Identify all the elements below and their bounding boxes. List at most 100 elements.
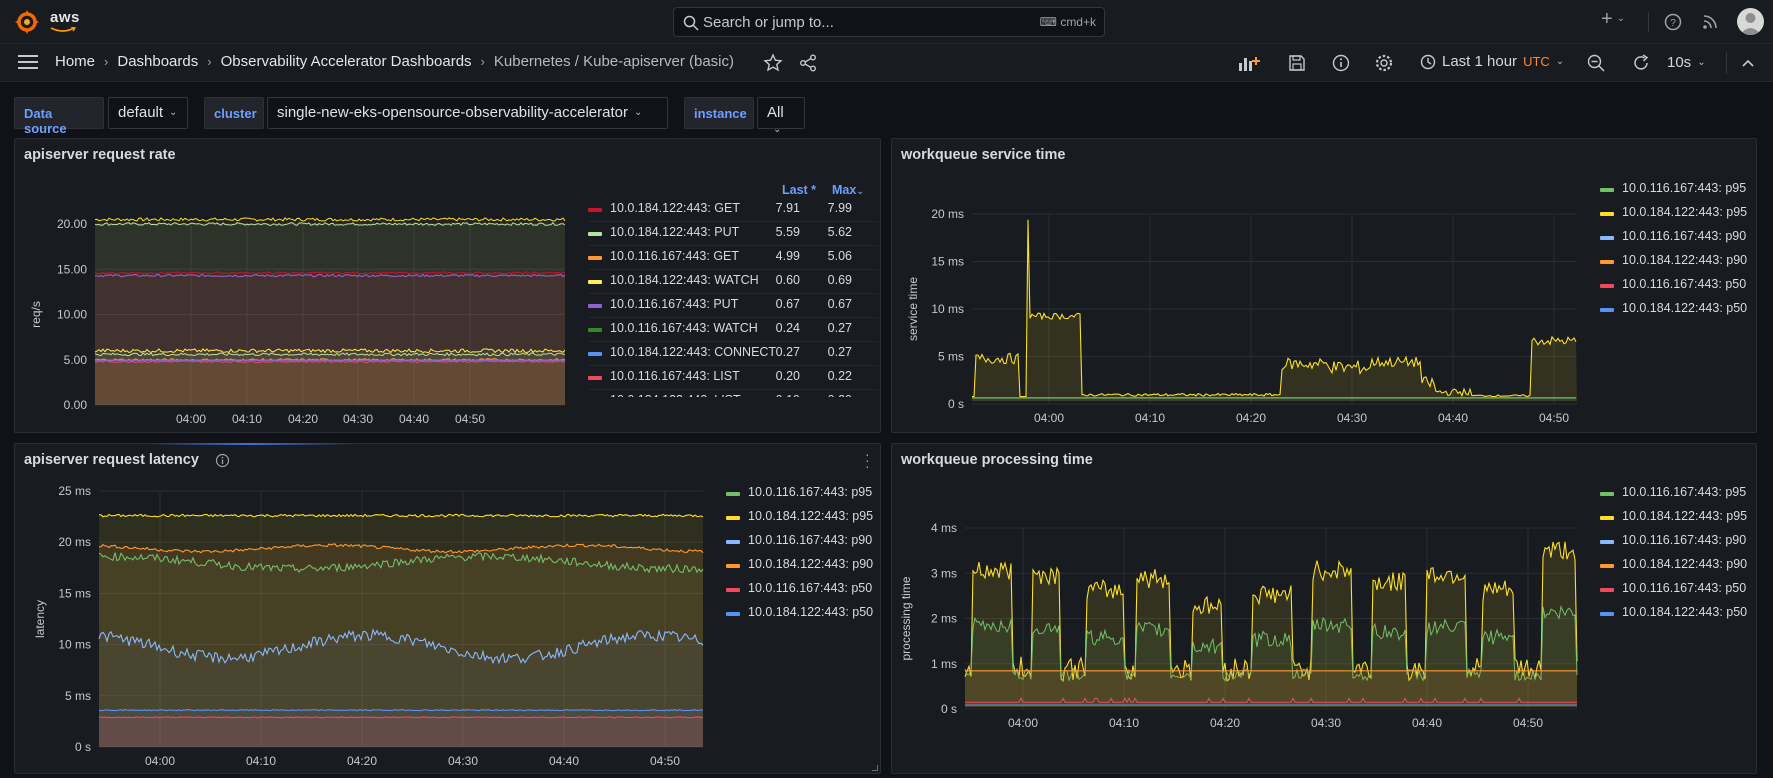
legend-item[interactable]: 10.0.116.167:443: PUT 0.67 0.67 <box>588 297 878 318</box>
y-axis-label: req/s <box>29 301 43 328</box>
info-icon[interactable] <box>1331 53 1351 73</box>
legend-last-value: 4.99 <box>775 249 800 263</box>
legend-divider <box>588 269 878 270</box>
y-tick-label: 0 s <box>948 397 964 411</box>
save-icon[interactable] <box>1287 53 1307 73</box>
panel-apiserver-request-latency[interactable]: apiserver request latency · · · 25 ms 20 ms… <box>14 443 881 774</box>
baseline-band <box>972 397 1577 401</box>
legend-last-value: 0.19 <box>760 393 800 397</box>
legend-item[interactable]: 10.0.116.167:443: p90 <box>1600 229 1773 247</box>
legend-swatch <box>588 232 602 236</box>
star-icon[interactable] <box>763 53 783 73</box>
legend-series-name: 10.0.116.167:443: WATCH <box>610 321 758 335</box>
x-tick-label: 04:30 <box>1311 716 1341 730</box>
search-placeholder: Search or jump to... <box>703 14 834 31</box>
request-rate-graph[interactable]: 20.00 15.00 10.00 5.00 0.00 04:00 04:10 04:20 04… <box>15 139 582 434</box>
legend-divider <box>588 389 878 390</box>
grafana-logo-icon[interactable] <box>14 9 40 35</box>
legend-series-name: 10.0.116.167:443: p95 <box>1622 485 1747 499</box>
legend-series-name: 10.0.116.167:443: PUT <box>610 297 739 311</box>
legend-item[interactable]: 10.0.184.122:443: CONNECT 0.27 0.27 <box>588 345 878 366</box>
breadcrumb-dashboards[interactable]: Dashboards <box>117 53 198 70</box>
add-panel-icon[interactable] <box>1237 53 1261 73</box>
user-icon <box>1740 13 1761 35</box>
panel-workqueue-processing-time[interactable]: workqueue processing time 4 ms 3 ms 2 ms 1 … <box>891 443 1757 774</box>
panel-workqueue-service-time[interactable]: workqueue service time 20 ms 15 ms 10 ms 5 … <box>891 138 1757 433</box>
cluster-variable-select[interactable]: single-new-eks-opensource-observability-… <box>267 97 668 129</box>
panel-apiserver-request-rate[interactable]: apiserver request rate 20.00 15.00 10.00 5.… <box>14 138 881 433</box>
legend-item[interactable]: 10.0.184.122:443: PUT 5.59 5.62 <box>588 225 878 246</box>
legend-item[interactable]: 10.0.184.122:443: p50 <box>1600 605 1773 623</box>
chevron-down-icon: ⌄ <box>1616 13 1626 24</box>
resize-handle[interactable] <box>872 765 878 771</box>
help-icon[interactable]: ? <box>1663 12 1683 32</box>
x-tick-label: 04:30 <box>448 754 478 768</box>
legend-max-value: 0.27 <box>827 345 852 359</box>
legend-header-last[interactable]: Last * <box>782 183 816 197</box>
breadcrumb-home[interactable]: Home <box>55 53 95 70</box>
panel-menu-icon[interactable]: · · · <box>865 447 870 473</box>
legend-divider <box>588 245 878 246</box>
legend-item[interactable]: 10.0.184.122:443: p90 <box>1600 253 1773 271</box>
workqueue-processing-graph[interactable]: 4 ms 3 ms 2 ms 1 ms 0 s 04:00 04:10 04:20 04:30 0… <box>892 444 1582 775</box>
legend-series-name: 10.0.116.167:443: p50 <box>1622 581 1747 595</box>
legend-item[interactable]: 10.0.184.122:443: LIST 0.19 0.20 <box>588 393 878 397</box>
menu-icon[interactable] <box>18 54 38 70</box>
breadcrumb-bar: Home › Dashboards › Observability Accele… <box>0 44 1773 82</box>
legend-series-name: 10.0.184.122:443: p90 <box>1622 557 1748 571</box>
legend-item[interactable]: 10.0.116.167:443: p50 <box>1600 581 1773 599</box>
share-icon[interactable] <box>798 53 818 73</box>
legend-series-name: 10.0.184.122:443: p95 <box>748 509 874 523</box>
legend-item[interactable]: 10.0.116.167:443: LIST 0.20 0.22 <box>588 369 878 390</box>
refresh-icon[interactable] <box>1631 53 1651 73</box>
x-tick-label: 04:00 <box>1034 411 1064 425</box>
chevron-up-icon[interactable] <box>1738 53 1758 73</box>
y-tick-label: 0.00 <box>64 398 88 412</box>
divider <box>1726 52 1727 74</box>
x-tick-label: 04:20 <box>1236 411 1266 425</box>
legend-item[interactable]: 10.0.116.167:443: p50 <box>1600 277 1773 295</box>
refresh-interval-picker[interactable]: 10s ⌄ <box>1667 54 1706 71</box>
instance-variable-select[interactable]: All ⌄ <box>757 97 805 135</box>
y-tick-label: 0 s <box>75 740 91 754</box>
legend-item[interactable]: 10.0.116.167:443: p90 <box>1600 533 1773 551</box>
y-tick-label: 20 ms <box>58 535 91 549</box>
workqueue-service-graph[interactable]: 20 ms 15 ms 10 ms 5 ms 0 s 04:00 04:10 04:20 04:… <box>892 139 1582 434</box>
search-shortcut-text: cmd+k <box>1060 15 1096 29</box>
legend-item[interactable]: 10.0.184.122:443: WATCH 0.60 0.69 <box>588 273 878 294</box>
chevron-down-icon: ⌄ <box>634 107 643 118</box>
legend-header-max[interactable]: Max⌄ <box>832 183 864 197</box>
user-avatar[interactable] <box>1737 8 1764 35</box>
legend-item[interactable]: 10.0.116.167:443: GET 4.99 5.06 <box>588 249 878 270</box>
legend-item[interactable]: 10.0.116.167:443: WATCH 0.24 0.27 <box>588 321 878 342</box>
chevron-down-icon: ⌄ <box>773 124 782 135</box>
legend-last-value: 7.91 <box>775 201 800 215</box>
legend-series-name: 10.0.116.167:443: GET <box>610 249 740 263</box>
legend-item[interactable]: 10.0.184.122:443: p90 <box>1600 557 1773 575</box>
settings-gear-icon[interactable] <box>1374 53 1394 73</box>
legend-divider <box>588 221 878 222</box>
legend-item[interactable]: 10.0.184.122:443: p95 <box>1600 205 1773 223</box>
legend-item[interactable]: 10.0.116.167:443: p95 <box>1600 181 1773 199</box>
search-input[interactable]: Search or jump to... ⌨ cmd+k <box>673 7 1105 37</box>
request-latency-graph[interactable]: 25 ms 20 ms 15 ms 10 ms 5 ms 0 s 04:00 04:10 04:… <box>15 444 715 775</box>
add-button[interactable]: + ⌄ <box>1601 8 1625 30</box>
x-tick-label: 04:50 <box>1513 716 1543 730</box>
breadcrumb-folder[interactable]: Observability Accelerator Dashboards <box>221 53 472 70</box>
x-tick-label: 04:00 <box>176 412 206 426</box>
clock-icon <box>1420 54 1436 69</box>
legend-series-name: 10.0.116.167:443: p50 <box>748 581 873 595</box>
x-tick-label: 04:40 <box>1438 411 1468 425</box>
legend-item[interactable]: 10.0.184.122:443: p95 <box>1600 509 1773 527</box>
legend-max-value: 7.99 <box>827 201 852 215</box>
legend-item[interactable]: 10.0.184.122:443: GET 7.91 7.99 <box>588 201 878 222</box>
zoom-out-icon[interactable] <box>1586 53 1606 73</box>
legend-swatch <box>588 208 602 212</box>
time-range-picker[interactable]: Last 1 hour UTC ⌄ <box>1420 53 1564 70</box>
chevron-down-icon: ⌄ <box>856 186 864 196</box>
legend-item[interactable]: 10.0.116.167:443: p95 <box>1600 485 1773 503</box>
datasource-variable-select[interactable]: default ⌄ <box>108 97 188 129</box>
legend-item[interactable]: 10.0.184.122:443: p50 <box>1600 301 1773 319</box>
y-tick-label: 2 ms <box>931 612 957 626</box>
news-feed-icon[interactable] <box>1700 12 1720 32</box>
